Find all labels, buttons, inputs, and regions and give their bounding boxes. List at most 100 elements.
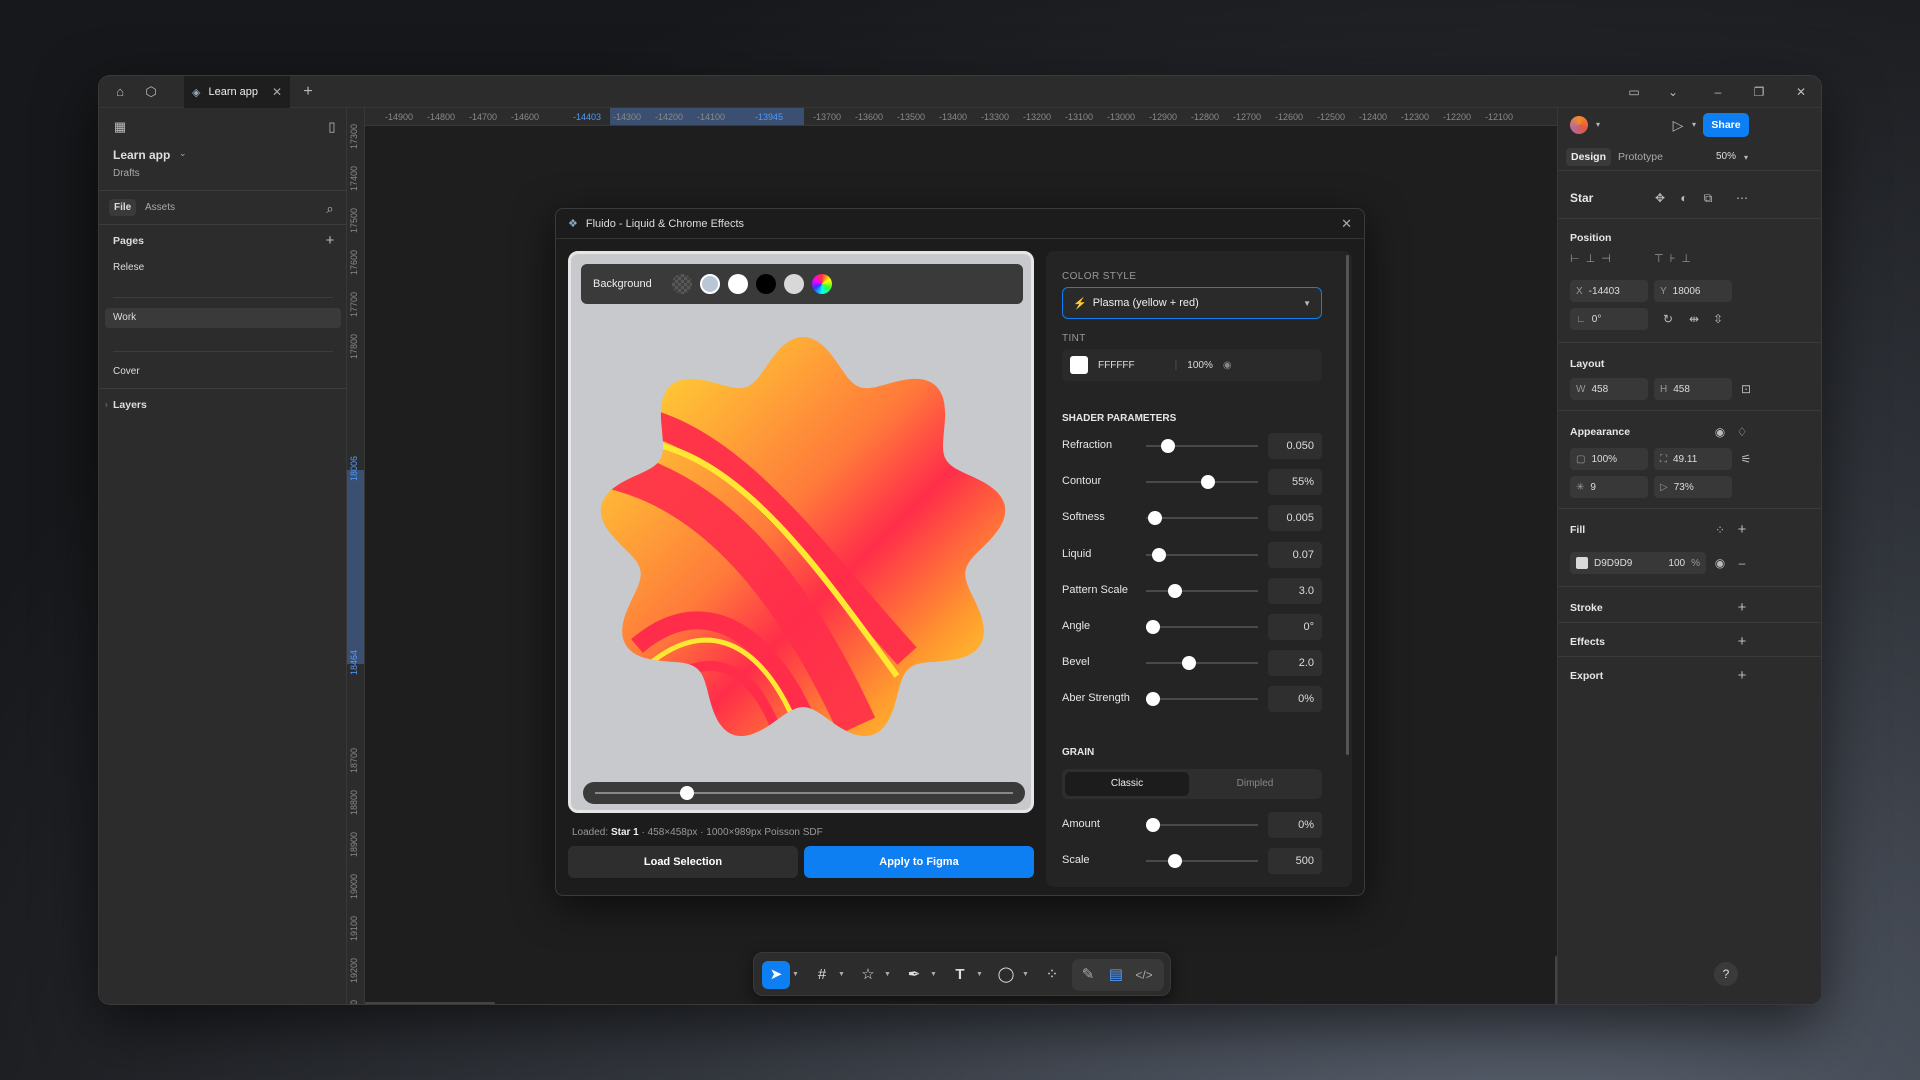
- rotation-value[interactable]: 0°: [1592, 314, 1602, 325]
- file-name[interactable]: Learn app: [113, 148, 170, 162]
- transparent-swatch[interactable]: [671, 274, 692, 294]
- refraction-slider-knob[interactable]: [1161, 439, 1176, 453]
- share-button[interactable]: Share: [1703, 113, 1749, 137]
- aber-strength-slider-knob[interactable]: [1145, 692, 1160, 707]
- chevron-down-icon[interactable]: ▼: [976, 971, 983, 978]
- align-bottom-icon[interactable]: ⊥: [1681, 252, 1691, 274]
- fill-swatch[interactable]: [1576, 557, 1588, 569]
- contour-value[interactable]: 55%: [1268, 469, 1322, 496]
- constrain-proportions-icon[interactable]: ⊡: [1738, 381, 1754, 397]
- height-field[interactable]: H 458: [1654, 378, 1732, 400]
- angle-slider[interactable]: [1146, 626, 1258, 628]
- text-tool-icon[interactable]: T: [946, 961, 974, 989]
- y-value[interactable]: 18006: [1673, 286, 1701, 297]
- amount-value[interactable]: 0%: [1268, 812, 1322, 838]
- h-value[interactable]: 458: [1673, 384, 1690, 395]
- droplet-icon[interactable]: ♢: [1734, 424, 1750, 440]
- close-tab-icon[interactable]: ✕: [272, 85, 282, 99]
- tint-field[interactable]: FFFFFF | 100% ◉: [1062, 349, 1322, 381]
- chevron-down-icon[interactable]: ▼: [930, 971, 937, 978]
- y-field[interactable]: Y 18006: [1654, 280, 1732, 302]
- horizontal-scrollbar[interactable]: [365, 1002, 495, 1004]
- page-item-work-selected[interactable]: [105, 308, 341, 328]
- load-selection-button[interactable]: Load Selection: [568, 846, 798, 878]
- add-effect-icon[interactable]: +: [1734, 634, 1750, 650]
- preview-slider[interactable]: [583, 782, 1025, 804]
- opacity-value[interactable]: 100%: [1591, 454, 1617, 465]
- rotation-field[interactable]: ∟ 0°: [1570, 308, 1648, 330]
- chevron-down-icon[interactable]: ▾: [1738, 150, 1754, 166]
- opacity-field[interactable]: ▢ 100%: [1570, 448, 1648, 470]
- minimize-icon[interactable]: –: [1710, 84, 1726, 100]
- chevron-down-icon[interactable]: ▼: [1022, 971, 1029, 978]
- layer-name[interactable]: Star: [1570, 191, 1593, 205]
- file-location[interactable]: Drafts: [113, 168, 140, 179]
- scale-value[interactable]: 500: [1268, 848, 1322, 875]
- align-top-icon[interactable]: ⊤: [1654, 252, 1664, 274]
- fill-field[interactable]: D9D9D9 100 %: [1570, 552, 1706, 574]
- aber-strength-slider[interactable]: [1146, 698, 1258, 701]
- align-center-h-icon[interactable]: ⊥: [1586, 252, 1596, 274]
- more-icon[interactable]: ⋯: [1734, 190, 1750, 206]
- effects-heading[interactable]: Effects: [1570, 636, 1605, 648]
- pattern-scale-slider[interactable]: [1146, 589, 1258, 592]
- star-tool-icon[interactable]: ☆: [854, 961, 882, 989]
- softness-slider-knob[interactable]: [1147, 511, 1162, 526]
- flip-horizontal-icon[interactable]: ⇹: [1686, 311, 1702, 327]
- flip-vertical-icon[interactable]: ⇳: [1710, 311, 1726, 327]
- pattern-scale-value[interactable]: 3.0: [1268, 577, 1322, 604]
- component-icon[interactable]: ✥: [1652, 190, 1668, 206]
- pattern-scale-slider-knob[interactable]: [1168, 583, 1183, 598]
- align-left-icon[interactable]: ⊢: [1570, 252, 1580, 274]
- amount-slider-knob[interactable]: [1145, 818, 1160, 832]
- liquid-slider-knob[interactable]: [1152, 547, 1167, 562]
- eye-icon[interactable]: ◉: [1223, 360, 1232, 371]
- fill-hex[interactable]: D9D9D9: [1594, 558, 1632, 569]
- add-export-icon[interactable]: +: [1734, 668, 1750, 684]
- tab-prototype[interactable]: Prototype: [1618, 151, 1663, 163]
- softness-value[interactable]: 0.005: [1268, 505, 1322, 532]
- tab-assets[interactable]: Assets: [145, 202, 175, 213]
- star-points-field[interactable]: ✳ 9: [1570, 476, 1648, 498]
- amount-slider[interactable]: [1146, 824, 1258, 826]
- chevron-down-icon[interactable]: ▾: [1686, 117, 1702, 133]
- stroke-heading[interactable]: Stroke: [1570, 602, 1603, 614]
- eye-icon[interactable]: ◉: [1712, 555, 1728, 571]
- copy-icon[interactable]: ⧉: [1700, 190, 1716, 206]
- toggle-sidebar-icon[interactable]: ▯: [323, 118, 341, 136]
- bevel-value[interactable]: 2.0: [1268, 650, 1322, 677]
- grain-mode-classic[interactable]: Classic: [1065, 772, 1189, 796]
- avatar[interactable]: [1570, 116, 1588, 134]
- layout-icon[interactable]: ▭: [1626, 84, 1642, 100]
- angle-value[interactable]: 0°: [1268, 614, 1322, 640]
- scale-slider-knob[interactable]: [1168, 854, 1183, 869]
- home-icon[interactable]: ⌂: [111, 83, 129, 101]
- design-mode-icon[interactable]: ▤: [1102, 961, 1130, 989]
- star-points-value[interactable]: 9: [1590, 482, 1596, 493]
- contrast-icon[interactable]: ◐: [1676, 190, 1692, 206]
- close-icon[interactable]: ✕: [1341, 216, 1352, 232]
- aber-strength-value[interactable]: 0%: [1268, 686, 1322, 713]
- present-icon[interactable]: ▷: [1670, 117, 1686, 133]
- custom-color-swatch[interactable]: [811, 274, 832, 294]
- frame-tool-icon[interactable]: #: [808, 961, 836, 989]
- white-swatch[interactable]: [727, 274, 748, 294]
- chevron-down-icon[interactable]: ▼: [792, 971, 799, 978]
- apply-to-figma-button[interactable]: Apply to Figma: [804, 846, 1034, 878]
- star-ratio-field[interactable]: ▷ 73%: [1654, 476, 1732, 498]
- black-swatch[interactable]: [755, 274, 776, 294]
- light-blue-swatch[interactable]: [699, 274, 720, 294]
- angle-slider-knob[interactable]: [1145, 620, 1160, 634]
- add-fill-icon[interactable]: +: [1734, 522, 1750, 538]
- resources-tool-icon[interactable]: ⁘: [1038, 961, 1066, 989]
- bevel-slider-knob[interactable]: [1181, 656, 1196, 671]
- new-tab-icon[interactable]: +: [299, 83, 317, 101]
- dev-mode-icon[interactable]: </>: [1130, 961, 1158, 989]
- zoom-level[interactable]: 50%: [1716, 151, 1736, 162]
- tint-swatch[interactable]: [1070, 356, 1088, 374]
- gray-swatch[interactable]: [783, 274, 804, 294]
- add-stroke-icon[interactable]: +: [1734, 600, 1750, 616]
- align-center-v-icon[interactable]: ⊦: [1670, 252, 1676, 274]
- help-button[interactable]: ?: [1714, 962, 1738, 986]
- tint-opacity[interactable]: 100%: [1187, 360, 1213, 371]
